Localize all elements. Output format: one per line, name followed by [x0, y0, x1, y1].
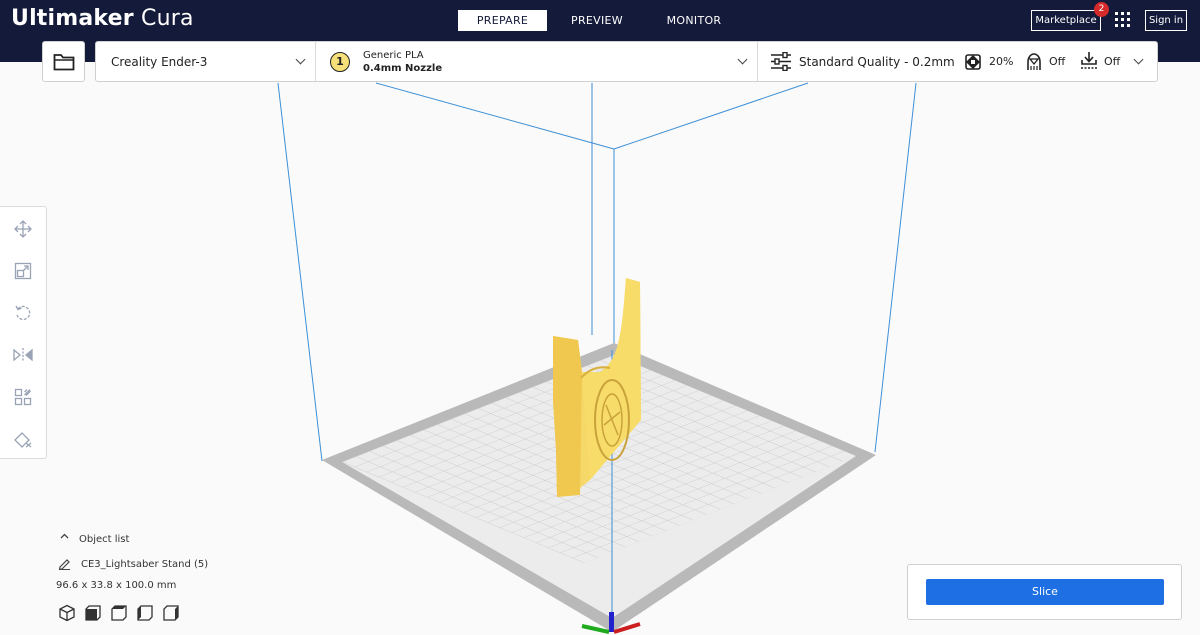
material-selector[interactable]: 1 Generic PLA 0.4mm Nozzle — [316, 42, 758, 81]
support-value: Off — [1049, 55, 1066, 68]
mirror-tool[interactable] — [13, 345, 33, 365]
chevron-down-icon — [295, 54, 306, 65]
app-title-light: Cura — [141, 6, 194, 31]
material-name: Generic PLA — [363, 50, 424, 61]
app-title-bold: Ultimaker — [11, 6, 134, 31]
support-blocker-icon — [14, 432, 32, 448]
folder-icon — [53, 53, 74, 70]
move-icon — [14, 220, 32, 238]
edit-icon[interactable] — [58, 558, 71, 570]
object-list-toggle[interactable]: Object list — [79, 534, 129, 545]
per-model-settings-tool[interactable] — [13, 387, 33, 407]
quality-profile: Standard Quality - 0.2mm — [799, 55, 955, 69]
rotate-tool[interactable] — [13, 303, 33, 323]
left-view-icon[interactable] — [136, 604, 154, 622]
print-setup-toolbar: Creality Ender-3 1 Generic PLA 0.4mm Noz… — [95, 41, 1158, 82]
rotate-icon — [15, 305, 31, 321]
tab-prepare[interactable]: PREPARE — [458, 10, 547, 31]
viewport-3d[interactable] — [0, 0, 1200, 635]
infill-value: 20% — [989, 55, 1014, 68]
apps-grid-icon[interactable] — [1115, 12, 1131, 28]
support-icon — [1027, 53, 1041, 70]
move-tool[interactable] — [13, 219, 33, 239]
action-panel: Slice — [907, 564, 1182, 620]
support-blocker-tool[interactable] — [13, 429, 33, 449]
scale-icon — [14, 262, 32, 280]
stage-tabs: PREPARE PREVIEW MONITOR — [458, 10, 743, 31]
marketplace-button[interactable]: Marketplace — [1031, 10, 1101, 31]
slice-button[interactable]: Slice — [926, 579, 1164, 605]
adhesion-value: Off — [1104, 55, 1121, 68]
per-model-settings-icon — [14, 388, 32, 406]
object-name[interactable]: CE3_Lightsaber Stand (5) — [81, 559, 208, 570]
mirror-icon — [13, 348, 33, 362]
sliders-icon — [771, 52, 791, 71]
nozzle-name: 0.4mm Nozzle — [363, 63, 443, 74]
chevron-down-icon — [1133, 54, 1144, 65]
printer-selector[interactable]: Creality Ender-3 — [96, 42, 316, 81]
open-file-button[interactable] — [42, 41, 85, 82]
app-title: Ultimaker Cura — [11, 6, 194, 31]
tab-preview[interactable]: PREVIEW — [547, 10, 647, 31]
camera-view-buttons — [58, 604, 180, 622]
scale-tool[interactable] — [13, 261, 33, 281]
front-view-icon[interactable] — [84, 604, 102, 622]
right-view-icon[interactable] — [162, 604, 180, 622]
chevron-up-icon[interactable] — [60, 533, 69, 539]
z-axis — [609, 612, 614, 632]
3d-view-icon[interactable] — [58, 604, 76, 622]
print-settings-selector[interactable]: Standard Quality - 0.2mm 20% Off Off — [758, 42, 1158, 81]
printer-name: Creality Ender-3 — [111, 55, 208, 69]
tool-panel — [0, 206, 47, 459]
sign-in-button[interactable]: Sign in — [1145, 10, 1187, 31]
top-view-icon[interactable] — [110, 604, 128, 622]
extruder-icon: 1 — [330, 52, 350, 72]
infill-icon — [965, 54, 981, 70]
marketplace-badge: 2 — [1094, 2, 1109, 17]
adhesion-icon — [1081, 52, 1097, 69]
object-dimensions: 96.6 x 33.8 x 100.0 mm — [56, 580, 177, 591]
chevron-down-icon — [737, 54, 748, 65]
tab-monitor[interactable]: MONITOR — [645, 10, 743, 31]
